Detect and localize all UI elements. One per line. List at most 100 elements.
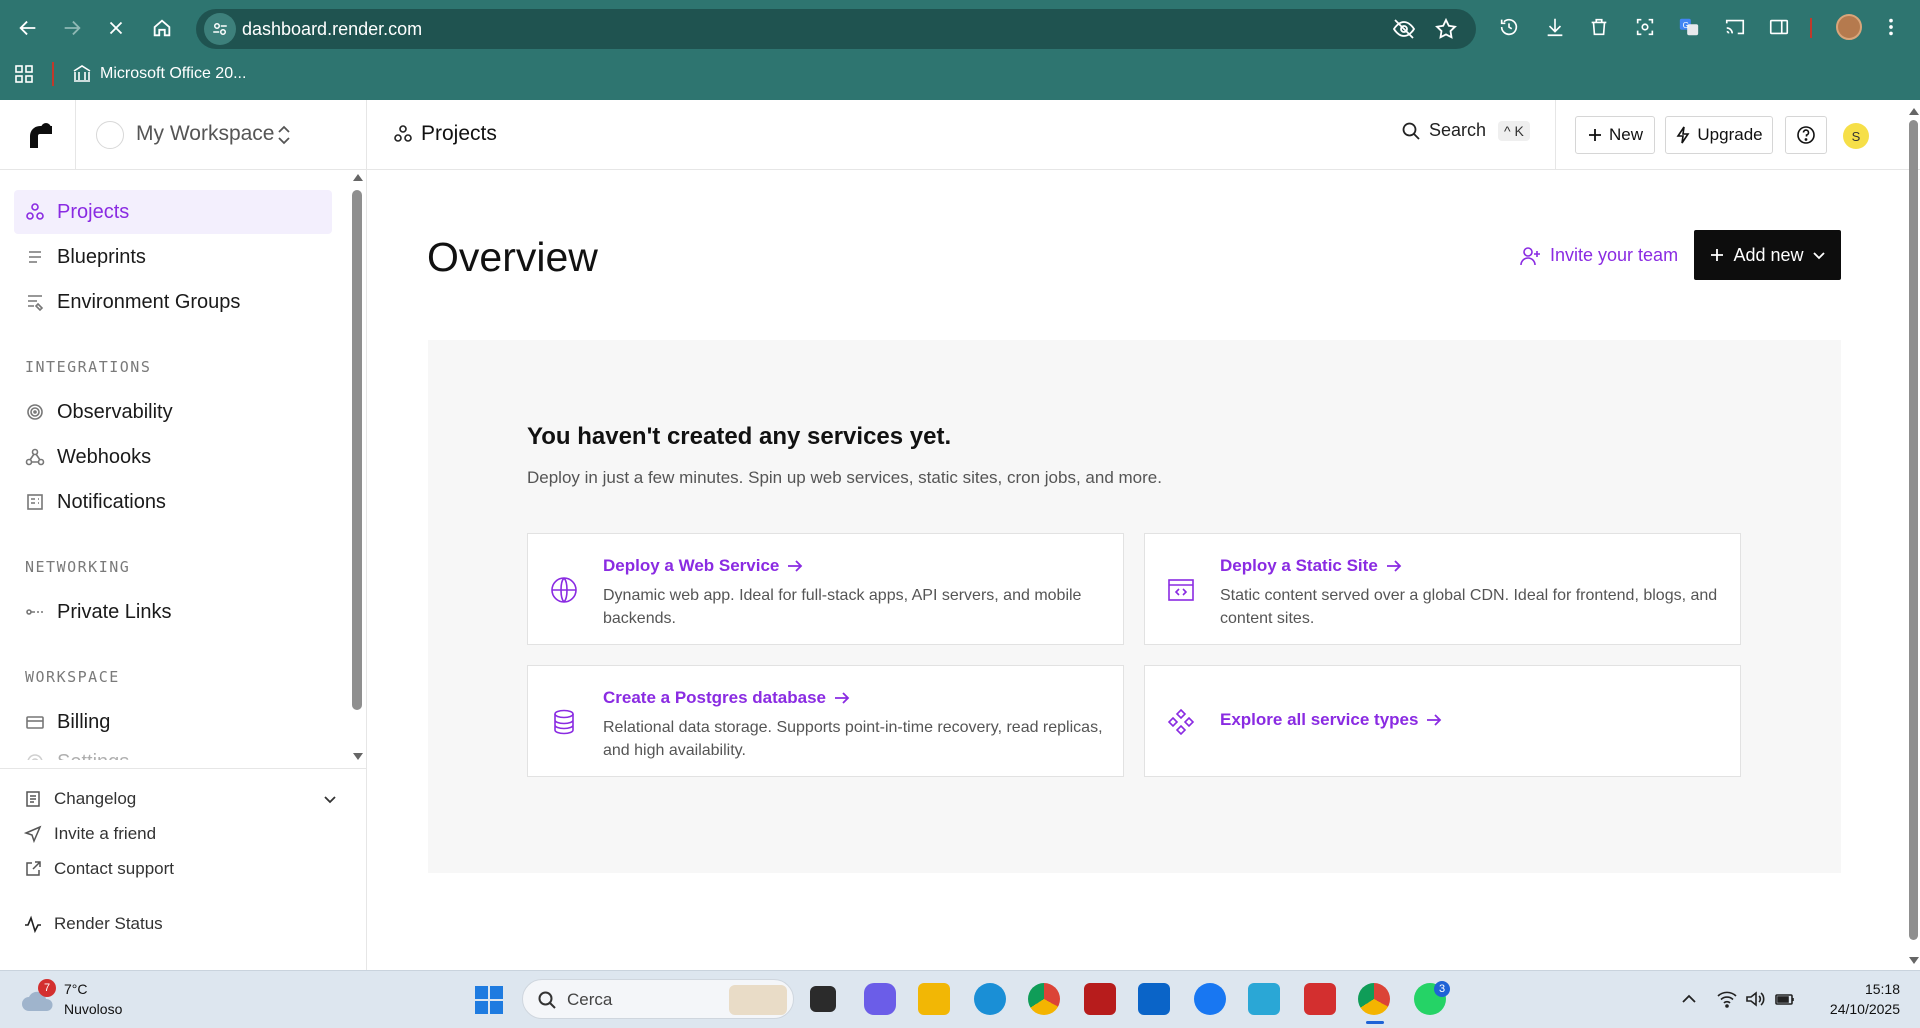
sidebar-item-observability[interactable]: Observability bbox=[14, 390, 332, 434]
apps-grid-icon[interactable] bbox=[14, 64, 34, 84]
empty-state-subtitle: Deploy in just a few minutes. Spin up we… bbox=[527, 468, 1162, 487]
card-title[interactable]: Deploy a Web Service bbox=[603, 556, 803, 576]
sidebar-toggle-icon[interactable] bbox=[1766, 14, 1792, 40]
app-blue-icon[interactable] bbox=[1248, 983, 1280, 1015]
outlook-icon[interactable] bbox=[1138, 983, 1170, 1015]
services-icon bbox=[1167, 708, 1195, 736]
app-red-icon[interactable] bbox=[1084, 983, 1116, 1015]
chrome-icon[interactable] bbox=[1028, 983, 1060, 1015]
back-button[interactable] bbox=[12, 12, 44, 44]
scroll-up-icon[interactable] bbox=[1908, 106, 1920, 116]
empty-state-title: You haven't created any services yet. bbox=[527, 423, 952, 450]
site-info-button[interactable] bbox=[204, 13, 236, 45]
sidebar-item-settings[interactable]: Settings bbox=[14, 740, 332, 760]
sidebar-item-projects[interactable]: Projects bbox=[14, 190, 332, 234]
download-icon[interactable] bbox=[1542, 14, 1568, 40]
workspace-switcher[interactable]: My Workspace bbox=[76, 100, 367, 170]
home-icon bbox=[153, 19, 171, 37]
sidebar-item-private-links[interactable]: Private Links bbox=[14, 590, 332, 634]
whatsapp-badge: 3 bbox=[1434, 981, 1450, 997]
cast-icon[interactable] bbox=[1722, 14, 1748, 40]
render-status-label: Render Status bbox=[54, 914, 163, 933]
file-explorer-icon[interactable] bbox=[918, 983, 950, 1015]
sidebar-footer: Changelog Invite a friend Contact suppor… bbox=[0, 768, 367, 970]
home-button[interactable] bbox=[146, 12, 178, 44]
windows-start-icon[interactable] bbox=[474, 985, 504, 1015]
workspace-name: My Workspace bbox=[136, 122, 275, 145]
lightning-icon bbox=[1676, 126, 1690, 144]
sidebar-item-label: Webhooks bbox=[57, 446, 152, 468]
add-new-button[interactable]: Add new bbox=[1694, 230, 1841, 280]
overview-content: Overview Invite your team Add new You ha… bbox=[367, 170, 1920, 970]
browser-toolbar: dashboard.render.com G bbox=[0, 0, 1920, 56]
new-button[interactable]: New bbox=[1575, 116, 1655, 154]
facebook-icon[interactable] bbox=[1194, 983, 1226, 1015]
blueprints-icon bbox=[29, 251, 41, 263]
section-networking: NETWORKING bbox=[25, 558, 131, 576]
history-icon[interactable] bbox=[1496, 14, 1522, 40]
render-status-link[interactable]: Render Status bbox=[24, 912, 163, 936]
scroll-down-icon[interactable] bbox=[352, 752, 364, 762]
help-icon bbox=[1797, 126, 1815, 144]
task-view-icon[interactable] bbox=[810, 986, 836, 1012]
active-app-indicator bbox=[1366, 1021, 1384, 1024]
battery-icon[interactable] bbox=[1774, 989, 1796, 1009]
url-text: dashboard.render.com bbox=[242, 19, 423, 39]
stop-loading-button[interactable] bbox=[100, 12, 132, 44]
explore-service-types-card[interactable]: Explore all service types bbox=[1144, 665, 1741, 777]
sidebar-scroll-thumb[interactable] bbox=[352, 190, 362, 710]
chevron-updown-icon bbox=[278, 125, 290, 145]
trash-icon[interactable] bbox=[1586, 14, 1612, 40]
upgrade-button[interactable]: Upgrade bbox=[1665, 116, 1773, 154]
address-bar[interactable]: dashboard.render.com bbox=[196, 9, 1476, 49]
breadcrumb-current: Projects bbox=[421, 122, 497, 145]
more-menu-icon[interactable] bbox=[1878, 14, 1904, 40]
invite-team-button[interactable]: Invite your team bbox=[1520, 245, 1678, 266]
user-avatar[interactable]: S bbox=[1843, 123, 1869, 149]
wifi-icon[interactable] bbox=[1716, 989, 1738, 1009]
render-logo[interactable] bbox=[0, 100, 76, 170]
changelog-link[interactable]: Changelog bbox=[24, 787, 344, 811]
sidebar-item-webhooks[interactable]: Webhooks bbox=[14, 435, 332, 479]
chrome-profile-icon[interactable] bbox=[1358, 983, 1390, 1015]
section-integrations: INTEGRATIONS bbox=[25, 358, 152, 376]
translate-icon[interactable]: G bbox=[1676, 14, 1702, 40]
forward-button[interactable] bbox=[56, 12, 88, 44]
scroll-up-icon[interactable] bbox=[352, 172, 364, 182]
plus-icon bbox=[1711, 249, 1724, 261]
volume-icon[interactable] bbox=[1744, 989, 1766, 1009]
pdf-icon[interactable] bbox=[1304, 983, 1336, 1015]
card-title-text: Explore all service types bbox=[1220, 710, 1419, 729]
plus-icon bbox=[1588, 129, 1601, 141]
sidebar-item-notifications[interactable]: Notifications bbox=[14, 480, 332, 524]
sidebar-item-environment-groups[interactable]: Environment Groups bbox=[14, 280, 332, 324]
edge-icon[interactable] bbox=[974, 983, 1006, 1015]
teams-icon[interactable] bbox=[864, 983, 896, 1015]
create-postgres-card[interactable]: Create a Postgres database Relational da… bbox=[527, 665, 1124, 777]
weather-widget[interactable]: 7 7°C Nuvoloso bbox=[20, 979, 130, 1021]
star-icon[interactable] bbox=[1434, 17, 1458, 41]
chevron-up-icon[interactable] bbox=[1678, 989, 1700, 1009]
sidebar-item-billing[interactable]: Billing bbox=[14, 700, 332, 744]
scroll-down-icon[interactable] bbox=[1908, 956, 1920, 966]
main-scroll-thumb[interactable] bbox=[1909, 120, 1918, 940]
profile-avatar[interactable] bbox=[1836, 14, 1862, 40]
sidebar-item-label: Observability bbox=[57, 401, 173, 423]
system-clock[interactable]: 15:18 24/10/2025 bbox=[1800, 979, 1900, 1019]
new-label: New bbox=[1608, 125, 1643, 144]
chevron-down-icon[interactable] bbox=[322, 791, 338, 807]
deploy-static-site-card[interactable]: Deploy a Static Site Static content serv… bbox=[1144, 533, 1741, 645]
eye-off-icon[interactable] bbox=[1392, 17, 1416, 41]
screenshot-icon[interactable] bbox=[1632, 14, 1658, 40]
taskbar-search[interactable]: Cerca bbox=[522, 979, 794, 1019]
card-title[interactable]: Explore all service types bbox=[1220, 710, 1442, 730]
card-title[interactable]: Create a Postgres database bbox=[603, 688, 850, 708]
deploy-web-service-card[interactable]: Deploy a Web Service Dynamic web app. Id… bbox=[527, 533, 1124, 645]
bookmark-item[interactable]: Microsoft Office 20... bbox=[72, 62, 246, 86]
card-title[interactable]: Deploy a Static Site bbox=[1220, 556, 1402, 576]
help-button[interactable] bbox=[1785, 116, 1827, 154]
search-button[interactable]: Search ^ K bbox=[1401, 120, 1530, 141]
sidebar-item-blueprints[interactable]: Blueprints bbox=[14, 235, 332, 279]
contact-support-link[interactable]: Contact support bbox=[24, 857, 174, 881]
invite-friend-link[interactable]: Invite a friend bbox=[24, 822, 156, 846]
